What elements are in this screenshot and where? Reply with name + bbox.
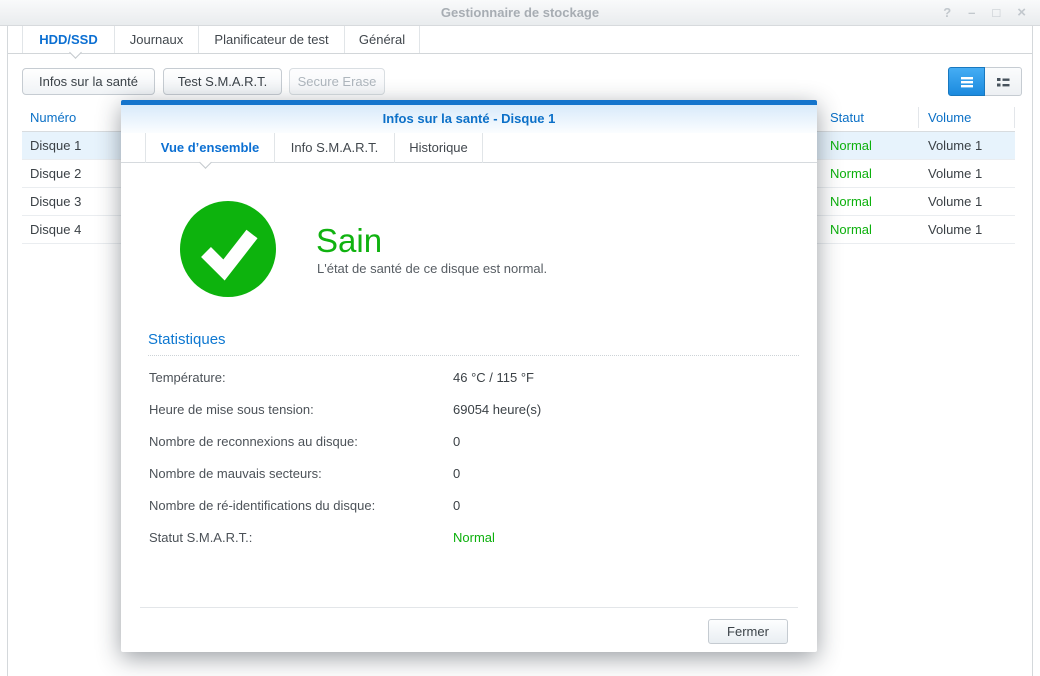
cell-volume: Volume 1 xyxy=(928,166,983,181)
stat-value: 69054 heure(s) xyxy=(453,402,542,417)
help-icon[interactable]: ? xyxy=(943,5,951,20)
list-view-button[interactable] xyxy=(948,67,985,96)
column-header-volume[interactable]: Volume xyxy=(928,104,971,132)
health-status-description: L'état de santé de ce disque est normal. xyxy=(317,261,548,276)
cell-numero: Disque 2 xyxy=(30,166,82,181)
column-header-statut[interactable]: Statut xyxy=(830,104,864,132)
cell-volume: Volume 1 xyxy=(928,138,983,153)
checkmark-icon xyxy=(201,229,258,281)
secure-erase-button[interactable]: Secure Erase xyxy=(289,68,385,95)
cell-statut: Normal xyxy=(830,222,872,237)
stat-value: Normal xyxy=(453,530,495,545)
stat-row-bad-sectors: Nombre de mauvais secteurs: 0 xyxy=(149,458,797,490)
cell-numero: Disque 3 xyxy=(30,194,82,209)
stat-value: 46 °C / 115 °F xyxy=(453,370,534,385)
main-tab-bar: HDD/SSD Journaux Planificateur de test G… xyxy=(8,26,1032,59)
window-controls: ? – □ × xyxy=(943,0,1026,25)
view-toggle-group xyxy=(948,67,1022,96)
column-header-numero[interactable]: Numéro xyxy=(30,104,76,132)
cell-statut: Normal xyxy=(830,166,872,181)
statistics-section-title: Statistiques xyxy=(148,331,226,348)
close-dialog-button[interactable]: Fermer xyxy=(708,619,788,644)
stat-row-power-on-hours: Heure de mise sous tension: 69054 heure(… xyxy=(149,394,797,426)
health-info-dialog: Infos sur la santé - Disque 1 Vue d’ense… xyxy=(121,100,817,652)
cell-statut: Normal xyxy=(830,138,872,153)
stat-row-temperature: Température: 46 °C / 115 °F xyxy=(149,362,797,394)
health-info-button[interactable]: Infos sur la santé xyxy=(22,68,155,95)
stat-row-smart-status: Statut S.M.A.R.T.: Normal xyxy=(149,522,797,554)
statistics-list: Température: 46 °C / 115 °F Heure de mis… xyxy=(149,362,797,554)
health-ok-icon xyxy=(180,201,276,297)
detail-view-button[interactable] xyxy=(985,67,1022,96)
dialog-tab-bar: Vue d’ensemble Info S.M.A.R.T. Historiqu… xyxy=(121,133,817,169)
window-titlebar: Gestionnaire de stockage ? – □ × xyxy=(0,0,1040,26)
close-icon[interactable]: × xyxy=(1017,4,1026,21)
cell-volume: Volume 1 xyxy=(928,222,983,237)
stat-label: Nombre de reconnexions au disque: xyxy=(149,434,358,449)
stat-label: Nombre de ré-identifications du disque: xyxy=(149,498,376,513)
tab-hdd-ssd[interactable]: HDD/SSD xyxy=(22,26,115,53)
health-status-text: Sain xyxy=(316,222,383,259)
stat-value: 0 xyxy=(453,498,461,513)
cell-volume: Volume 1 xyxy=(928,194,983,209)
stat-row-reconnections: Nombre de reconnexions au disque: 0 xyxy=(149,426,797,458)
dialog-tab-vue-densemble[interactable]: Vue d’ensemble xyxy=(145,133,275,163)
list-icon xyxy=(960,76,973,87)
statistics-divider xyxy=(148,355,799,356)
stat-label: Température: xyxy=(149,370,226,385)
stat-label: Heure de mise sous tension: xyxy=(149,402,314,417)
smart-test-button[interactable]: Test S.M.A.R.T. xyxy=(163,68,282,95)
minimize-icon[interactable]: – xyxy=(968,5,975,20)
cell-numero: Disque 1 xyxy=(30,138,82,153)
cell-statut: Normal xyxy=(830,194,872,209)
dialog-tab-historique[interactable]: Historique xyxy=(395,133,483,163)
column-separator xyxy=(918,107,919,128)
tab-planificateur-de-test[interactable]: Planificateur de test xyxy=(199,26,345,53)
stat-value: 0 xyxy=(453,466,461,481)
column-separator xyxy=(1014,107,1015,128)
window-title: Gestionnaire de stockage xyxy=(440,5,600,20)
dialog-footer-divider xyxy=(140,607,798,608)
dialog-title: Infos sur la santé - Disque 1 xyxy=(121,105,817,133)
maximize-icon[interactable]: □ xyxy=(992,5,1000,20)
dialog-tab-info-smart[interactable]: Info S.M.A.R.T. xyxy=(275,133,395,163)
stat-value: 0 xyxy=(453,434,461,449)
cell-numero: Disque 4 xyxy=(30,222,82,237)
stat-label: Statut S.M.A.R.T.: xyxy=(149,530,253,545)
detail-list-icon xyxy=(997,77,1010,86)
stat-label: Nombre de mauvais secteurs: xyxy=(149,466,322,481)
tab-general[interactable]: Général xyxy=(345,26,420,53)
tab-journaux[interactable]: Journaux xyxy=(115,26,199,53)
stat-row-re-identifications: Nombre de ré-identifications du disque: … xyxy=(149,490,797,522)
